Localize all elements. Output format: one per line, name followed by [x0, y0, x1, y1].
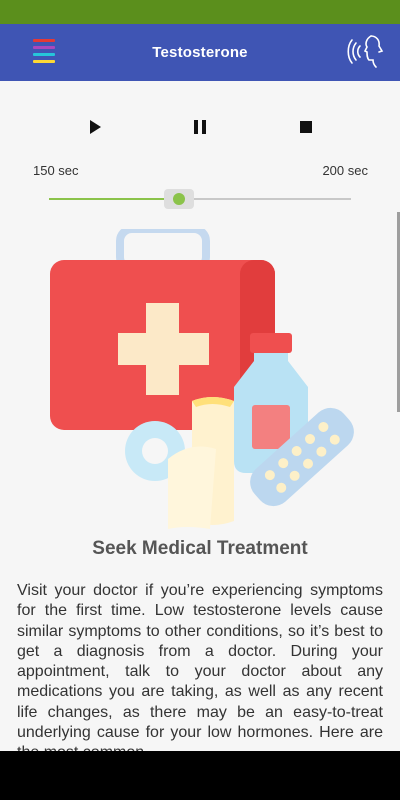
app-title: Testosterone: [152, 44, 248, 61]
end-time-label: 200 sec: [322, 163, 368, 178]
content-area[interactable]: 150 sec 200 sec Seek Medical Treatment V…: [0, 81, 400, 751]
menu-stripe: [33, 60, 55, 63]
seek-slider[interactable]: [49, 189, 351, 209]
tape-roll-hole: [142, 438, 168, 464]
stop-icon: [300, 121, 312, 133]
navigation-bar: [0, 751, 400, 800]
menu-stripe: [33, 39, 55, 42]
menu-stripe: [33, 46, 55, 49]
play-icon: [90, 120, 101, 134]
player-controls: [0, 117, 400, 137]
start-time-label: 150 sec: [33, 163, 79, 178]
menu-button[interactable]: [33, 39, 55, 63]
app-bar: Testosterone: [0, 24, 400, 81]
bottle-cap: [250, 333, 292, 353]
section-title: Seek Medical Treatment: [92, 538, 308, 559]
menu-stripe: [33, 53, 55, 56]
stop-button[interactable]: [296, 117, 316, 137]
body-paragraph: Visit your doctor if you’re experiencing…: [17, 582, 383, 751]
bandage-strip: [168, 446, 216, 529]
pause-icon: [194, 120, 206, 134]
play-button[interactable]: [85, 117, 105, 137]
status-bar: [0, 0, 400, 24]
slider-thumb[interactable]: [172, 193, 185, 205]
bottle-label: [252, 405, 290, 449]
pause-button[interactable]: [190, 117, 210, 137]
voice-speak-icon[interactable]: [346, 32, 386, 72]
slider-fill: [49, 198, 179, 200]
first-aid-kit-illustration: [50, 229, 354, 529]
